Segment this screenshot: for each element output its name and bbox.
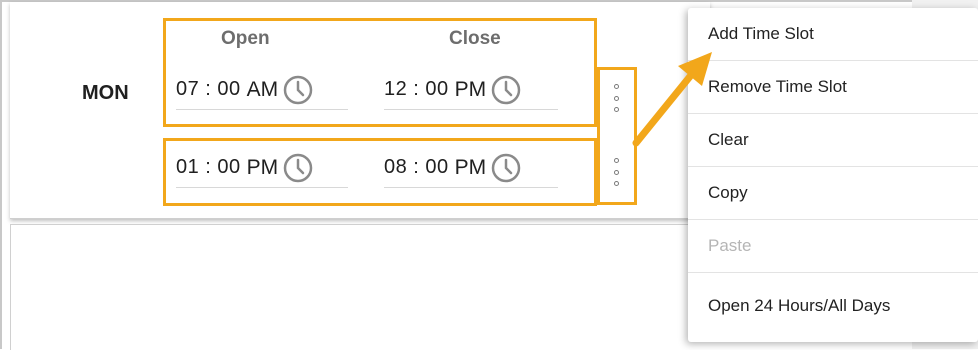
menu-item-add-time-slot[interactable]: Add Time Slot: [688, 8, 978, 61]
open-ampm: AM: [246, 77, 279, 101]
open-time-field[interactable]: 07 : 00 AM: [176, 70, 348, 110]
close-time-value: 12 : 00: [384, 78, 449, 100]
more-vertical-icon[interactable]: [611, 158, 621, 186]
clock-icon[interactable]: [490, 152, 522, 184]
close-ampm: PM: [454, 77, 487, 101]
day-label: MON: [82, 82, 129, 104]
menu-item-copy[interactable]: Copy: [688, 167, 978, 220]
menu-item-remove-time-slot[interactable]: Remove Time Slot: [688, 61, 978, 114]
close-ampm: PM: [454, 155, 487, 179]
close-time-field[interactable]: 12 : 00 PM: [384, 70, 558, 110]
clock-icon[interactable]: [282, 152, 314, 184]
menu-item-clear[interactable]: Clear: [688, 114, 978, 167]
menu-item-open-24-hours[interactable]: Open 24 Hours/All Days: [688, 273, 978, 338]
open-time-value: 07 : 00: [176, 78, 241, 100]
open-time-field[interactable]: 01 : 00 PM: [176, 148, 348, 188]
more-vertical-icon[interactable]: [611, 84, 621, 112]
clock-icon[interactable]: [282, 74, 314, 106]
window-frame-left: [0, 0, 2, 349]
empty-content-area: [10, 224, 711, 350]
close-time-field[interactable]: 08 : 00 PM: [384, 148, 558, 188]
clock-icon[interactable]: [490, 74, 522, 106]
menu-item-paste: Paste: [688, 220, 978, 273]
open-time-value: 01 : 00: [176, 156, 241, 178]
close-time-value: 08 : 00: [384, 156, 449, 178]
context-menu: Add Time Slot Remove Time Slot Clear Cop…: [688, 8, 978, 342]
open-ampm: PM: [246, 155, 279, 179]
